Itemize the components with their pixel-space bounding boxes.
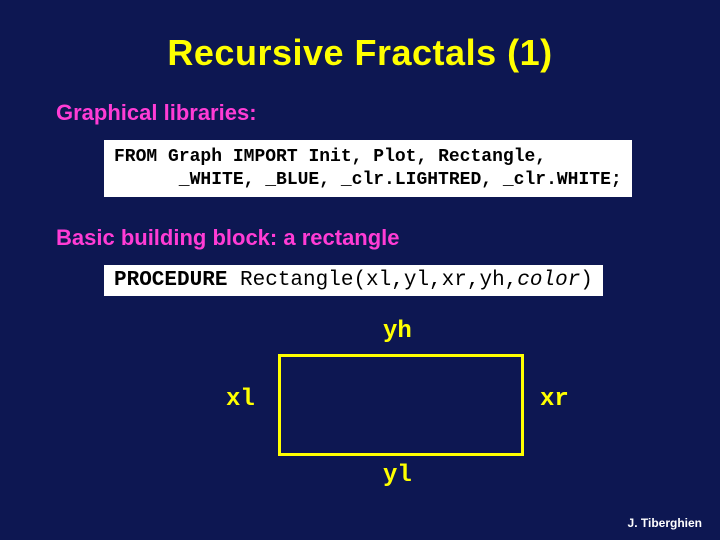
footer-author: J. Tiberghien	[628, 516, 702, 530]
rectangle-shape	[278, 354, 524, 456]
label-xl: xl	[226, 386, 255, 413]
code-text: )	[580, 269, 593, 292]
slide: Recursive Fractals (1) Graphical librari…	[0, 0, 720, 540]
code-text: Rectangle(xl,yl,xr,yh,	[227, 269, 517, 292]
label-yl: yl	[383, 462, 412, 489]
code-keyword-from: FROM	[114, 147, 157, 167]
code-text: Graph	[157, 147, 233, 167]
slide-title: Recursive Fractals (1)	[56, 32, 664, 74]
section-graphical-libraries: Graphical libraries:	[56, 100, 664, 126]
section-building-block: Basic building block: a rectangle	[56, 225, 664, 251]
code-keyword-import: IMPORT	[233, 147, 298, 167]
code-param-color: color	[517, 269, 580, 292]
code-procedure-block: PROCEDURE Rectangle(xl,yl,xr,yh,color)	[104, 265, 603, 296]
code-text: _WHITE, _BLUE, _clr.LIGHTRED, _clr.WHITE…	[114, 170, 622, 190]
code-import-block: FROM Graph IMPORT Init, Plot, Rectangle,…	[104, 140, 632, 197]
code-keyword-procedure: PROCEDURE	[114, 269, 227, 292]
code-text: Init, Plot, Rectangle,	[298, 147, 546, 167]
label-xr: xr	[540, 386, 569, 413]
rectangle-diagram: yh xl xr yl	[206, 322, 586, 492]
label-yh: yh	[383, 318, 412, 345]
